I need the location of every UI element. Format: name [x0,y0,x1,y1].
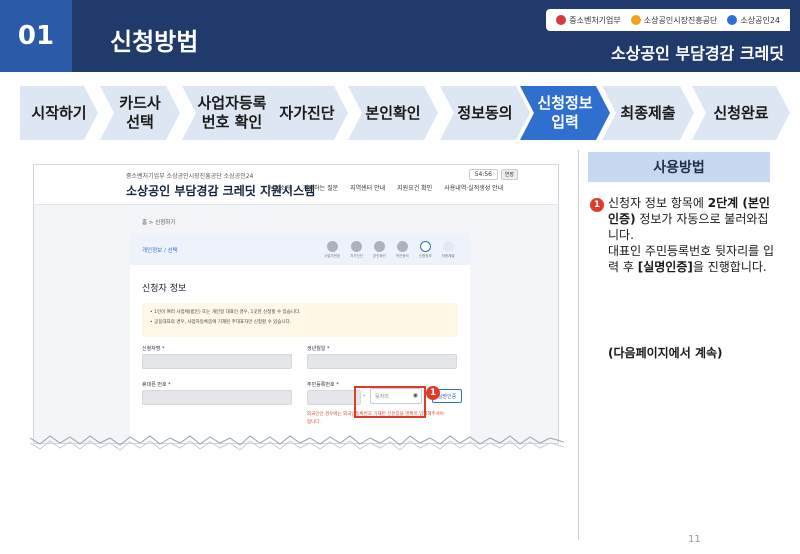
step-business-number: 사업자등록 번호 확인 [182,86,282,140]
rrn-front-field[interactable] [307,390,361,405]
usage-heading: 사용방법 [588,152,770,182]
step-badge: 1 [590,198,604,212]
step-start: 시작하기 [20,86,98,140]
semas-icon [630,15,641,25]
step-complete: 신청완료 [692,86,790,140]
nav-item[interactable]: 사업소개 [269,183,291,192]
torn-edge [30,435,564,451]
sbiz24-icon [727,15,738,25]
mini-stepper: 사업자번호 자가진단 본인확인 약관동의 신청정보 최종제출 [324,241,455,259]
step-final-submit: 최종제출 [602,86,694,140]
site-logos: 중소벤처기업부 소상공인시장진흥공단 소상공인24 [126,173,254,180]
page-number: 11 [688,534,701,545]
phone-field[interactable] [142,390,292,405]
mini-step: 최종제출 [442,241,455,259]
step-identity: 본인확인 [348,86,438,140]
slide-header: 01 신청방법 중소벤처기업부 소상공인시장진흥공단 소상공인24 소상공인 부… [0,0,800,72]
taegeuk-icon [556,15,567,25]
callout-badge: 1 [426,386,440,400]
semas-logo: 소상공인시장진흥공단 [630,15,717,26]
sbiz24-logo: 소상공인24 [727,15,780,26]
section-title: 신청자 정보 [142,284,187,294]
birth-field[interactable] [307,354,457,369]
mini-step: 사업자번호 [324,241,340,259]
mini-step: 약관동의 [396,241,409,259]
step-card-company: 카드사 선택 [100,86,180,140]
birth-label: 생년월일 * [307,346,330,352]
name-label: 신청자명 * [142,346,165,352]
mini-step: 본인확인 [373,241,386,259]
website-screenshot: 중소벤처기업부 소상공인시장진흥공단 소상공인24 소상공인 부담경감 크레딧 … [33,164,559,444]
nav-item[interactable]: 지역센터 안내 [350,183,385,192]
phone-label: 휴대폰 번호 * [142,382,171,388]
notice-line: • 1인이 여러 사업체(법인) 또는 개인일 대표인 경우, 1곳만 신청할 … [150,310,301,315]
step-consent: 정보동의 [440,86,530,140]
name-field[interactable] [142,354,292,369]
breadcrumb: 홈 > 신청하기 [142,220,176,226]
site-nav: 사업소개 자주하는 질문 지역센터 안내 지원요건 확인 사용내역·실적생성 안… [269,183,503,192]
step-application-info: 신청정보 입력 [520,86,610,140]
continued-note: (다음페이지에서 계속) [608,346,723,360]
program-title: 소상공인 부담경감 크레딧 [610,44,784,63]
rrn-label: 주민등록번호 * [307,382,339,388]
process-steps: 시작하기 카드사 선택 사업자등록 번호 확인 자가진단 본인확인 정보동의 신… [20,86,790,140]
divider [578,150,579,540]
site-header: 중소벤처기업부 소상공인시장진흥공단 소상공인24 소상공인 부담경감 크레딧 … [34,165,558,205]
logo-bar: 중소벤처기업부 소상공인시장진흥공단 소상공인24 [546,9,790,31]
form-panel-header: 개인정보 / 선택 사업자번호 자가진단 본인확인 약관동의 신청정보 최종제출 [130,233,470,265]
nav-item[interactable]: 자주하는 질문 [303,183,338,192]
nav-item[interactable]: 사용내역·실적생성 안내 [444,183,503,192]
page-title: 신청방법 [110,28,199,56]
usage-description: 신청자 정보 항목에 2단계 (본인인증) 정보가 자동으로 불러와집니다. 대… [608,196,775,274]
mss-logo: 중소벤처기업부 [556,15,621,26]
notice-line: • 공동대표의 경우, 사업자등록증에 기재된 주대표자만 신청할 수 있습니다… [150,320,292,325]
panel-title: 개인정보 / 선택 [142,248,178,254]
mini-step: 자가진단 [350,241,363,259]
section-number: 01 [0,0,72,72]
session-timer: 54:56 [468,169,498,180]
nav-item[interactable]: 지원요건 확인 [397,183,432,192]
mini-step-current: 신청정보 [419,241,432,259]
highlight-box [354,386,426,418]
notice-box: • 1인이 여러 사업체(법인) 또는 개인일 대표인 경우, 1곳만 신청할 … [142,303,458,337]
extend-button[interactable]: 연장 [500,169,518,180]
